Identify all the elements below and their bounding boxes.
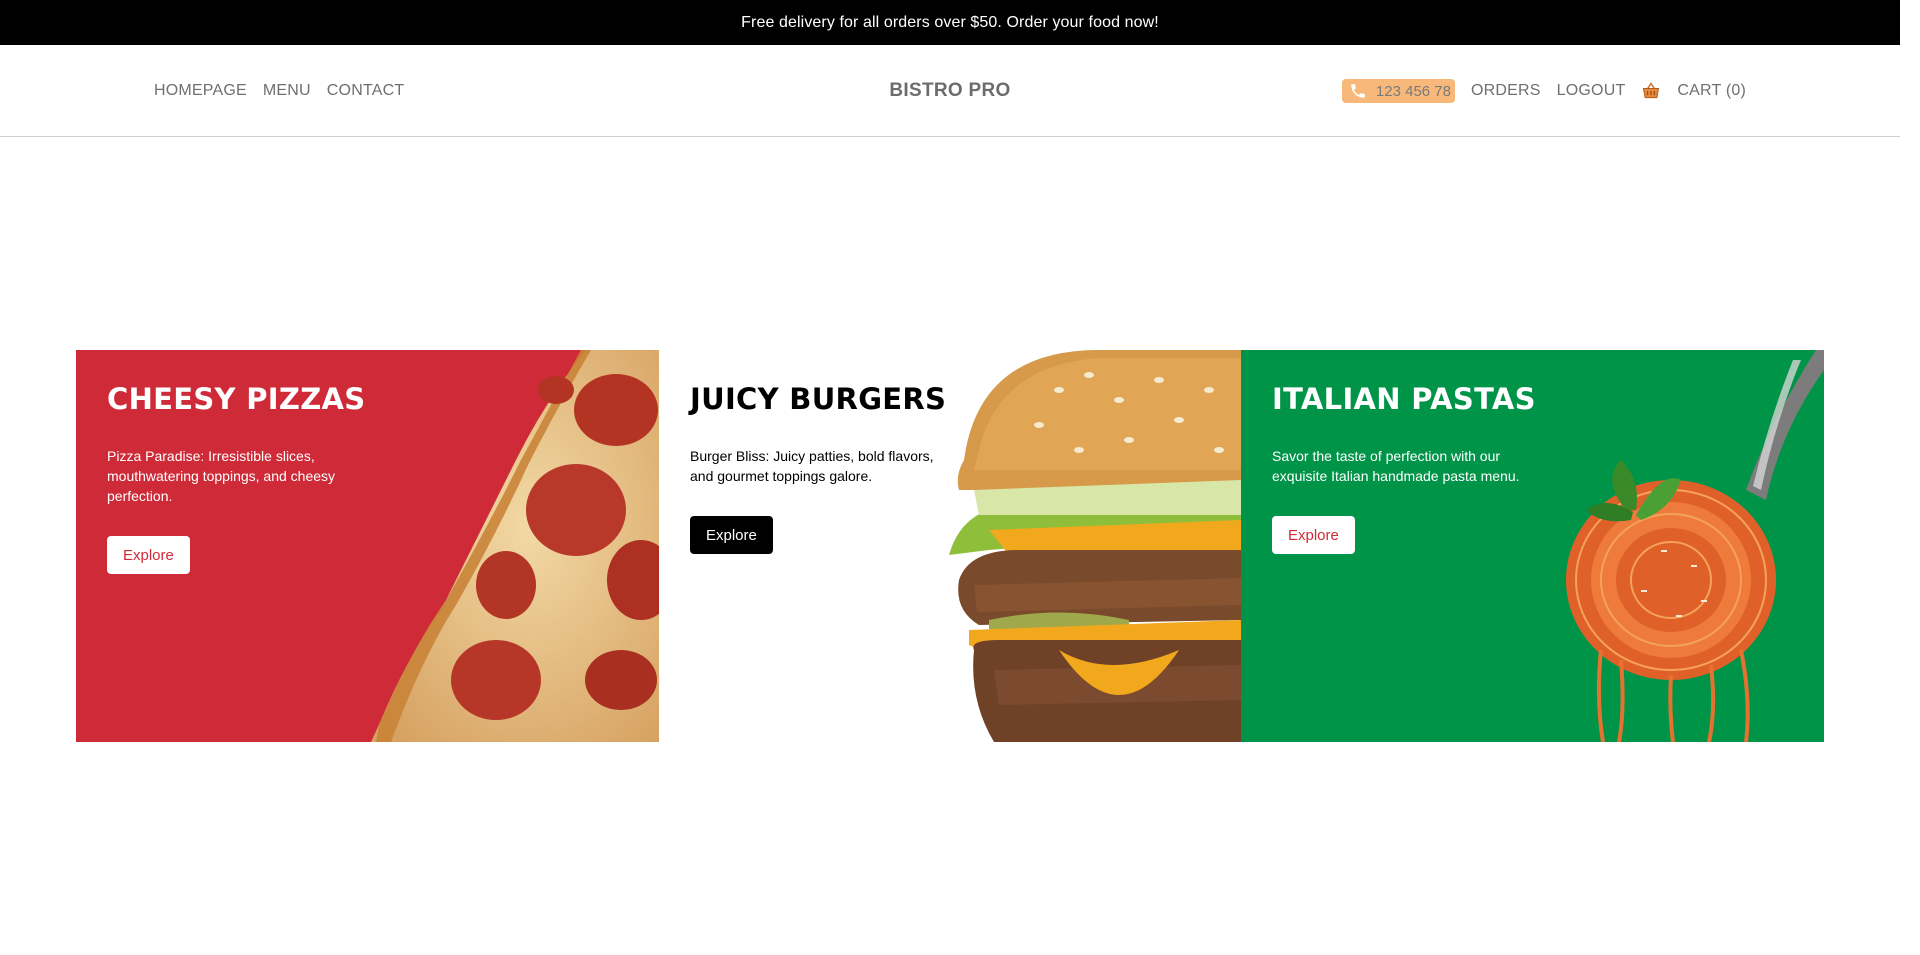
pasta-title: ITALIAN PASTAS [1272, 382, 1536, 416]
nav-menu[interactable]: MENU [263, 82, 311, 100]
pizza-title: CHEESY PIZZAS [107, 382, 366, 416]
announcement-bar: Free delivery for all orders over $50. O… [0, 0, 1900, 45]
pasta-description: Savor the taste of perfection with our e… [1272, 448, 1520, 484]
primary-nav: HOMEPAGE MENU CONTACT [154, 45, 404, 137]
pizza-description: Pizza Paradise: Irresistible slices, mou… [107, 448, 336, 504]
phone-number: 123 456 78 [1375, 82, 1451, 100]
burger-banner: JUICY BURGERS Burger Bliss: Juicy pattie… [659, 350, 1241, 742]
nav-cart[interactable]: CART (0) [1677, 82, 1746, 100]
secondary-nav: 123 456 78 ORDERS LOGOUT CART (0) [1341, 45, 1746, 137]
nav-logout[interactable]: LOGOUT [1557, 82, 1626, 100]
burger-explore-button[interactable]: Explore [690, 516, 773, 554]
phone-button[interactable]: 123 456 78 [1341, 79, 1455, 103]
site-header: HOMEPAGE MENU CONTACT BISTRO PRO 123 456… [0, 45, 1900, 137]
pizza-banner: CHEESY PIZZAS Pizza Paradise: Irresistib… [76, 350, 659, 742]
nav-contact[interactable]: CONTACT [327, 82, 405, 100]
pizza-explore-button[interactable]: Explore [107, 536, 190, 574]
burger-title: JUICY BURGERS [690, 382, 947, 416]
burger-description: Burger Bliss: Juicy patties, bold flavor… [690, 448, 934, 484]
pasta-explore-button[interactable]: Explore [1272, 516, 1355, 554]
nav-orders[interactable]: ORDERS [1471, 82, 1541, 100]
category-banners: CHEESY PIZZAS Pizza Paradise: Irresistib… [76, 350, 1824, 742]
phone-icon [1348, 82, 1368, 100]
announcement-text: Free delivery for all orders over $50. O… [741, 13, 1159, 31]
pasta-banner: ITALIAN PASTAS Savor the taste of perfec… [1241, 350, 1824, 742]
basket-icon[interactable] [1641, 81, 1661, 101]
nav-homepage[interactable]: HOMEPAGE [154, 82, 247, 100]
